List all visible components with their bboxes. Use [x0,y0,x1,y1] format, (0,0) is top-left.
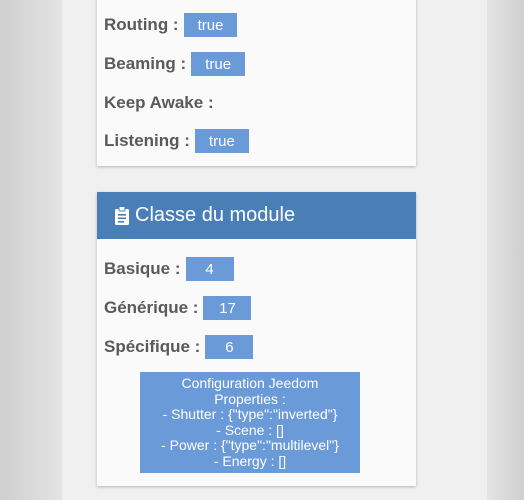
beaming-row: Beaming : true [104,51,246,77]
routing-row: Routing : true [104,12,238,38]
basique-row: Basique : 4 [104,256,234,282]
left-gutter [0,0,62,500]
specifique-row: Spécifique : 6 [104,334,254,360]
listening-value: true [194,129,249,153]
listening-row: Listening : true [104,128,249,154]
config-line: - Energy : [] [213,452,287,469]
basique-value: 4 [185,257,234,281]
module-class-title: Classe du module [135,204,296,226]
generique-value: 17 [203,296,252,320]
listening-label: Listening : [104,131,190,150]
specifique-value: 6 [205,335,254,359]
specifique-label: Spécifique : [104,337,201,356]
basique-label: Basique : [104,259,181,278]
config-line: - Scene : [] [216,421,284,438]
routing-label: Routing : [104,15,179,34]
device-info-card: Routing : true Beaming : true Keep Awake… [97,0,416,166]
config-line: - Power : {"type":"multilevel"} [161,437,339,453]
config-info-box: Configuration Jeedom Properties : - Shut… [140,372,360,473]
generique-row: Générique : 17 [104,295,252,321]
beaming-value: true [191,52,246,76]
config-line: Properties : [214,390,286,407]
config-line: - Shutter : {"type":"inverted"} [162,406,338,422]
module-class-header: Classe du module [97,192,416,239]
config-line: Configuration Jeedom [181,375,319,391]
keep-awake-label: Keep Awake : [104,93,214,112]
beaming-label: Beaming : [104,54,187,73]
clipboard-icon [115,206,129,225]
generique-label: Générique : [104,298,199,317]
right-gutter [487,0,524,500]
keep-awake-row: Keep Awake : [104,90,214,116]
routing-value: true [183,13,238,37]
